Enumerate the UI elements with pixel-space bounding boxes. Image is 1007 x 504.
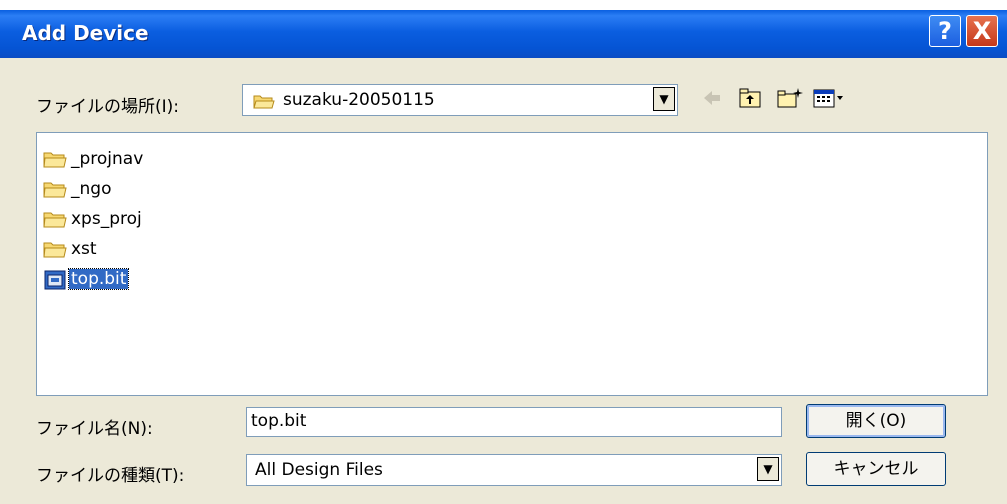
file-name: xps_proj bbox=[71, 209, 142, 229]
chevron-down-icon: ▼ bbox=[763, 462, 773, 476]
filetype-value: All Design Files bbox=[255, 460, 383, 480]
close-icon: X bbox=[972, 17, 992, 45]
file-name: _projnav bbox=[71, 149, 144, 169]
window-title: Add Device bbox=[22, 21, 149, 45]
filetype-label: ファイルの種類(T): bbox=[36, 466, 185, 486]
filetype-dropdown-button[interactable]: ▼ bbox=[757, 457, 779, 481]
view-list-icon bbox=[813, 89, 843, 108]
filetype-select[interactable]: All Design Files ▼ bbox=[246, 454, 782, 486]
lookin-select[interactable]: suzaku-20050115 ▼ bbox=[242, 84, 678, 116]
lookin-value: suzaku-20050115 bbox=[283, 90, 435, 110]
add-device-dialog: Add Device ? X ファイルの場所(I): suzaku-200501… bbox=[0, 10, 1007, 504]
file-name: top.bit bbox=[67, 268, 130, 290]
title-bar[interactable]: Add Device ? X bbox=[0, 10, 1007, 58]
cancel-button[interactable]: キャンセル bbox=[806, 452, 946, 486]
up-folder-icon bbox=[739, 88, 761, 108]
view-menu-button[interactable] bbox=[812, 86, 844, 114]
help-icon: ? bbox=[938, 17, 952, 45]
open-button[interactable]: 開く(O) bbox=[806, 404, 946, 438]
back-arrow-icon bbox=[704, 91, 720, 105]
folder-icon bbox=[43, 182, 67, 198]
folder-icon bbox=[43, 242, 67, 258]
bit-file-icon bbox=[44, 270, 66, 290]
lookin-dropdown-button[interactable]: ▼ bbox=[653, 87, 675, 111]
filename-input[interactable]: top.bit bbox=[246, 407, 782, 437]
file-list[interactable]: _projnav _ngo xps_proj xst top.bit bbox=[36, 132, 988, 396]
lookin-label: ファイルの場所(I): bbox=[36, 97, 180, 117]
background-page-strip bbox=[0, 0, 1007, 10]
file-name: xst bbox=[71, 239, 97, 259]
up-folder-button[interactable] bbox=[738, 86, 764, 114]
back-button[interactable] bbox=[700, 86, 724, 114]
folder-icon bbox=[43, 212, 67, 228]
filename-label: ファイル名(N): bbox=[36, 419, 153, 439]
close-button[interactable]: X bbox=[966, 15, 998, 47]
help-button[interactable]: ? bbox=[929, 15, 961, 47]
chevron-down-icon: ▼ bbox=[659, 92, 669, 106]
file-name: _ngo bbox=[71, 179, 112, 199]
folder-open-icon bbox=[253, 93, 275, 109]
folder-icon bbox=[43, 152, 67, 168]
new-folder-button[interactable] bbox=[776, 86, 804, 114]
new-folder-icon bbox=[777, 88, 803, 108]
